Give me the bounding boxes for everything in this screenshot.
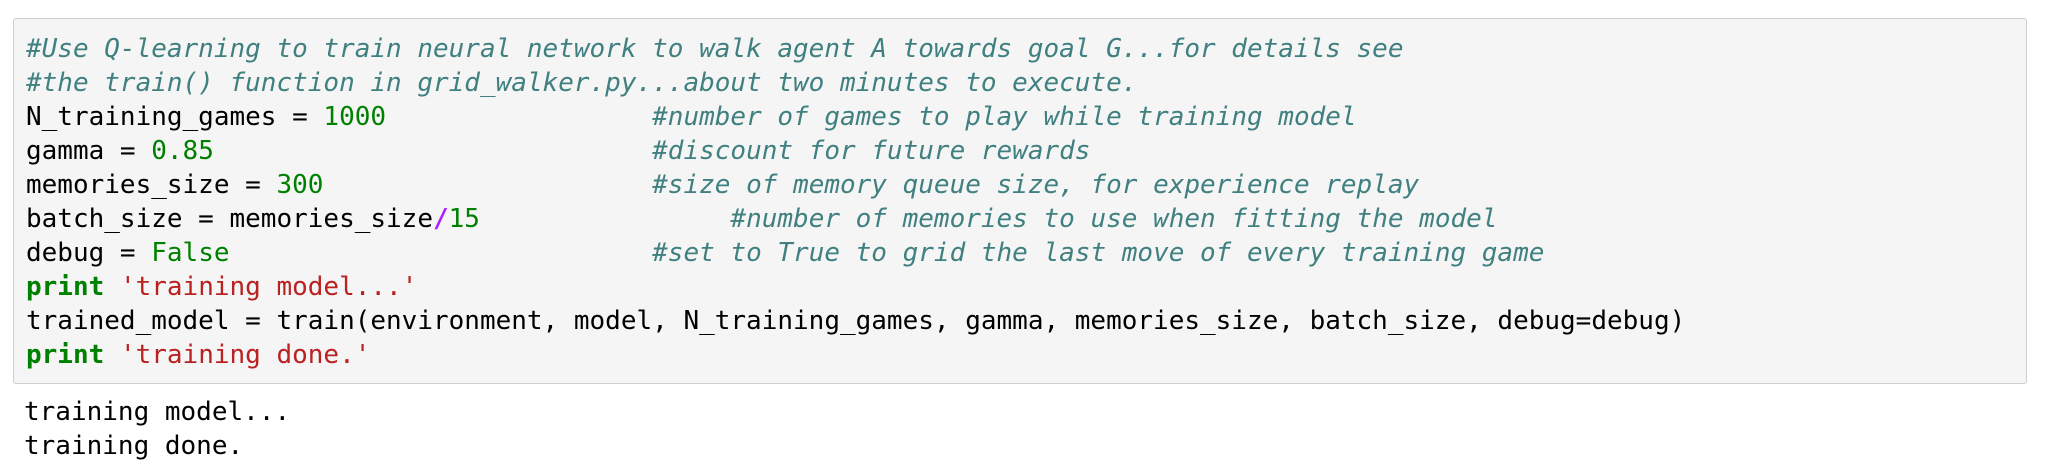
code-text: gamma = <box>26 136 152 166</box>
code-line: trained_model = train(environment, model… <box>26 304 2016 338</box>
code-line: #Use Q-learning to train neural network … <box>26 32 2016 66</box>
code-number: False <box>151 238 230 268</box>
cell-output-area: training model... training done. <box>24 395 290 463</box>
code-line: #the train() function in grid_walker.py.… <box>26 66 2016 100</box>
code-text: batch_size = memories_size <box>26 204 433 234</box>
code-line: debug = False #set to True to grid the l… <box>26 236 2016 270</box>
code-comment: #discount for future rewards <box>652 136 1091 166</box>
code-text: N_training_games = <box>26 102 324 132</box>
code-comment: #Use Q-learning to train neural network … <box>26 34 1404 64</box>
code-comment: #the train() function in grid_walker.py.… <box>26 68 1138 98</box>
code-comment: #number of games to play while training … <box>652 102 1357 132</box>
code-line: N_training_games = 1000 #number of games… <box>26 100 2016 134</box>
code-number: 1000 <box>323 102 387 132</box>
code-string: 'training done.' <box>119 340 371 370</box>
code-keyword: print <box>26 340 105 370</box>
code-line: gamma = 0.85 #discount for future reward… <box>26 134 2016 168</box>
code-line: print 'training done.' <box>26 338 2016 372</box>
code-line: memories_size = 300 #size of memory queu… <box>26 168 2016 202</box>
code-number: 300 <box>276 170 324 200</box>
code-line: print 'training model...' <box>26 270 2016 304</box>
code-input-cell[interactable]: #Use Q-learning to train neural network … <box>13 18 2027 384</box>
code-number: 0.85 <box>151 136 214 166</box>
code-number: 15 <box>448 204 480 234</box>
code-comment: #set to True to grid the last move of ev… <box>652 238 1545 268</box>
code-comment: #number of memories to use when fitting … <box>730 204 1498 234</box>
code-line: batch_size = memories_size/15 #number of… <box>26 202 2016 236</box>
code-string: 'training model...' <box>119 272 418 302</box>
code-text: trained_model = train(environment, model… <box>26 306 1686 336</box>
code-keyword: print <box>26 272 105 302</box>
code-text: debug = <box>26 238 152 268</box>
output-line: training done. <box>24 431 244 461</box>
code-editor[interactable]: #Use Q-learning to train neural network … <box>26 32 2016 372</box>
code-comment: #size of memory queue size, for experien… <box>652 170 1420 200</box>
output-line: training model... <box>24 397 291 427</box>
code-operator: / <box>433 204 449 234</box>
code-text: memories_size = <box>26 170 277 200</box>
